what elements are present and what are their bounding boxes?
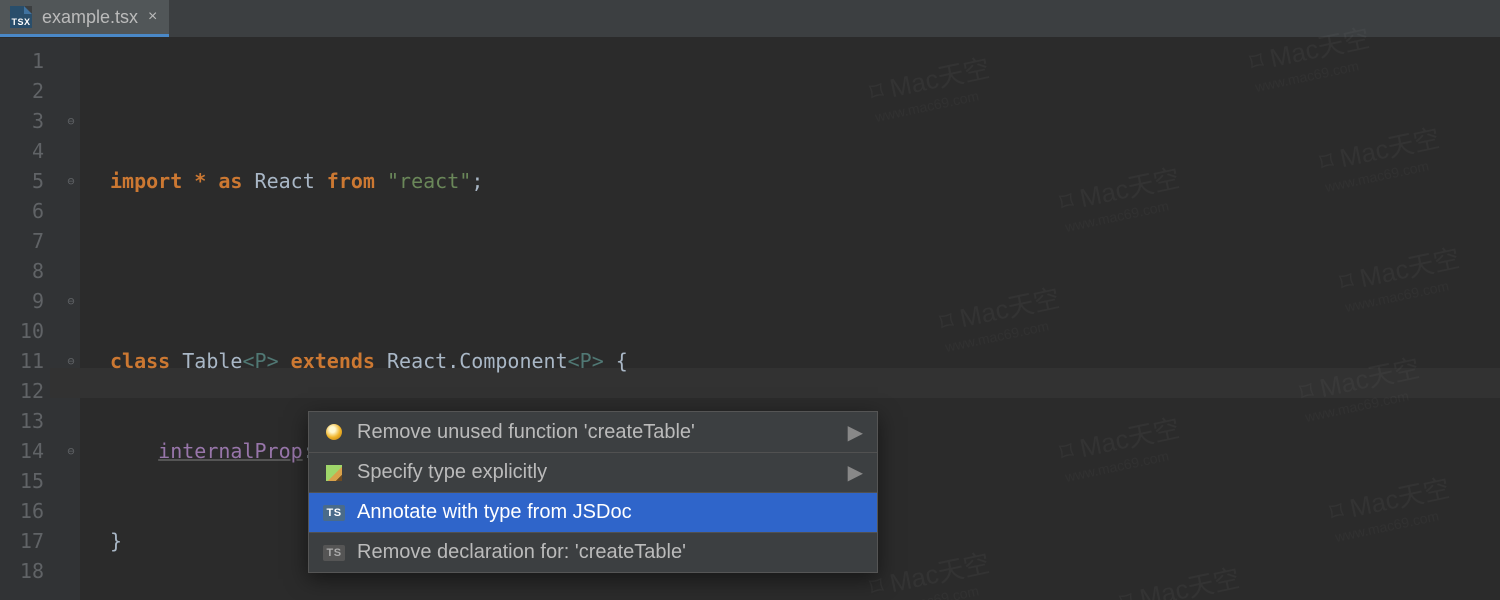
menu-item[interactable]: Specify type explicitly ▶	[309, 452, 877, 492]
fold-spacer	[62, 316, 80, 346]
fold-spacer	[62, 496, 80, 526]
line-number: 10	[0, 316, 44, 346]
fold-toggle-icon[interactable]: ⊖	[62, 166, 80, 196]
menu-item-label: Remove declaration for: 'createTable'	[357, 541, 686, 564]
line-number: 4	[0, 136, 44, 166]
fold-spacer	[62, 76, 80, 106]
fold-spacer	[62, 46, 80, 76]
fold-toggle-icon[interactable]: ⊖	[62, 106, 80, 136]
fold-spacer	[62, 256, 80, 286]
line-number: 11	[0, 346, 44, 376]
fold-spacer	[62, 556, 80, 586]
line-number: 2	[0, 76, 44, 106]
ts-icon: TS	[323, 545, 345, 561]
menu-item-label: Annotate with type from JSDoc	[357, 501, 632, 524]
line-number: 13	[0, 406, 44, 436]
code-line: import * as React from "react";	[110, 166, 1500, 196]
file-tab[interactable]: TSX example.tsx ×	[0, 0, 169, 37]
menu-item[interactable]: Remove unused function 'createTable' ▶	[309, 412, 877, 452]
menu-item-label: Remove unused function 'createTable'	[357, 421, 695, 444]
menu-item-label: Specify type explicitly	[357, 461, 547, 484]
line-number: 17	[0, 526, 44, 556]
line-number: 15	[0, 466, 44, 496]
line-number: 7	[0, 226, 44, 256]
code-line	[110, 256, 1500, 286]
pencil-icon	[323, 465, 345, 481]
line-number-gutter: 123456789101112131415161718	[0, 38, 62, 600]
line-number: 1	[0, 46, 44, 76]
fold-toggle-icon[interactable]: ⊖	[62, 436, 80, 466]
line-number: 3	[0, 106, 44, 136]
line-number: 5	[0, 166, 44, 196]
menu-item[interactable]: TS Annotate with type from JSDoc	[309, 492, 877, 532]
tab-bar: TSX example.tsx ×	[0, 0, 1500, 38]
line-number: 14	[0, 436, 44, 466]
fold-spacer	[62, 406, 80, 436]
line-number: 9	[0, 286, 44, 316]
fold-column: ⊖⊖⊖⊖⊖⊖	[62, 38, 80, 600]
fold-spacer	[62, 136, 80, 166]
fold-spacer	[62, 196, 80, 226]
line-number: 12	[0, 376, 44, 406]
tab-filename: example.tsx	[42, 7, 138, 28]
line-number: 8	[0, 256, 44, 286]
menu-item[interactable]: TS Remove declaration for: 'createTable'	[309, 532, 877, 572]
line-number: 18	[0, 556, 44, 586]
line-number: 6	[0, 196, 44, 226]
intention-actions-menu: Remove unused function 'createTable'▶Spe…	[308, 411, 878, 573]
fold-spacer	[62, 226, 80, 256]
fold-spacer	[62, 526, 80, 556]
line-number: 16	[0, 496, 44, 526]
close-icon[interactable]: ×	[148, 8, 157, 26]
lightbulb-icon	[323, 424, 345, 440]
ts-icon: TS	[323, 505, 345, 521]
fold-toggle-icon[interactable]: ⊖	[62, 286, 80, 316]
submenu-arrow-icon: ▶	[848, 460, 863, 485]
submenu-arrow-icon: ▶	[848, 420, 863, 445]
tsx-file-icon: TSX	[10, 6, 32, 28]
fold-spacer	[62, 466, 80, 496]
